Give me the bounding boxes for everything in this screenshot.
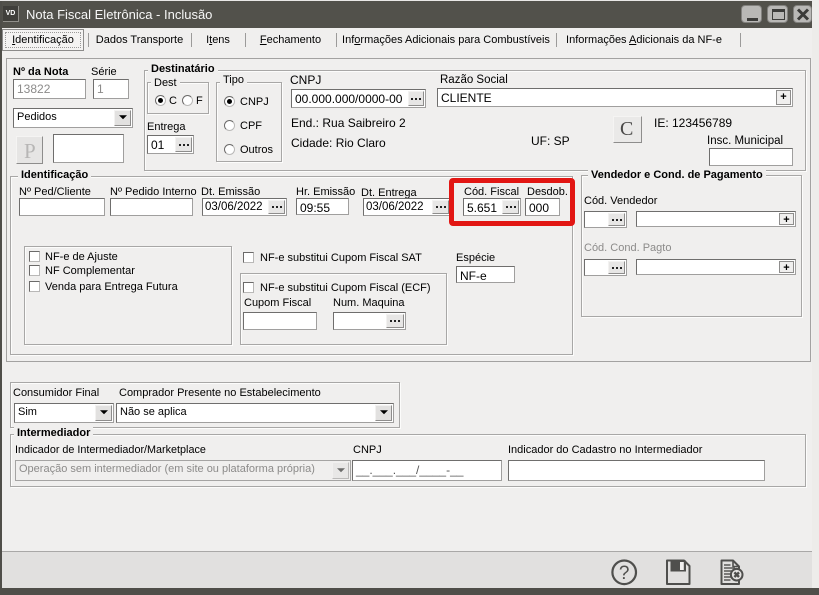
svg-text:?: ? xyxy=(619,563,630,584)
